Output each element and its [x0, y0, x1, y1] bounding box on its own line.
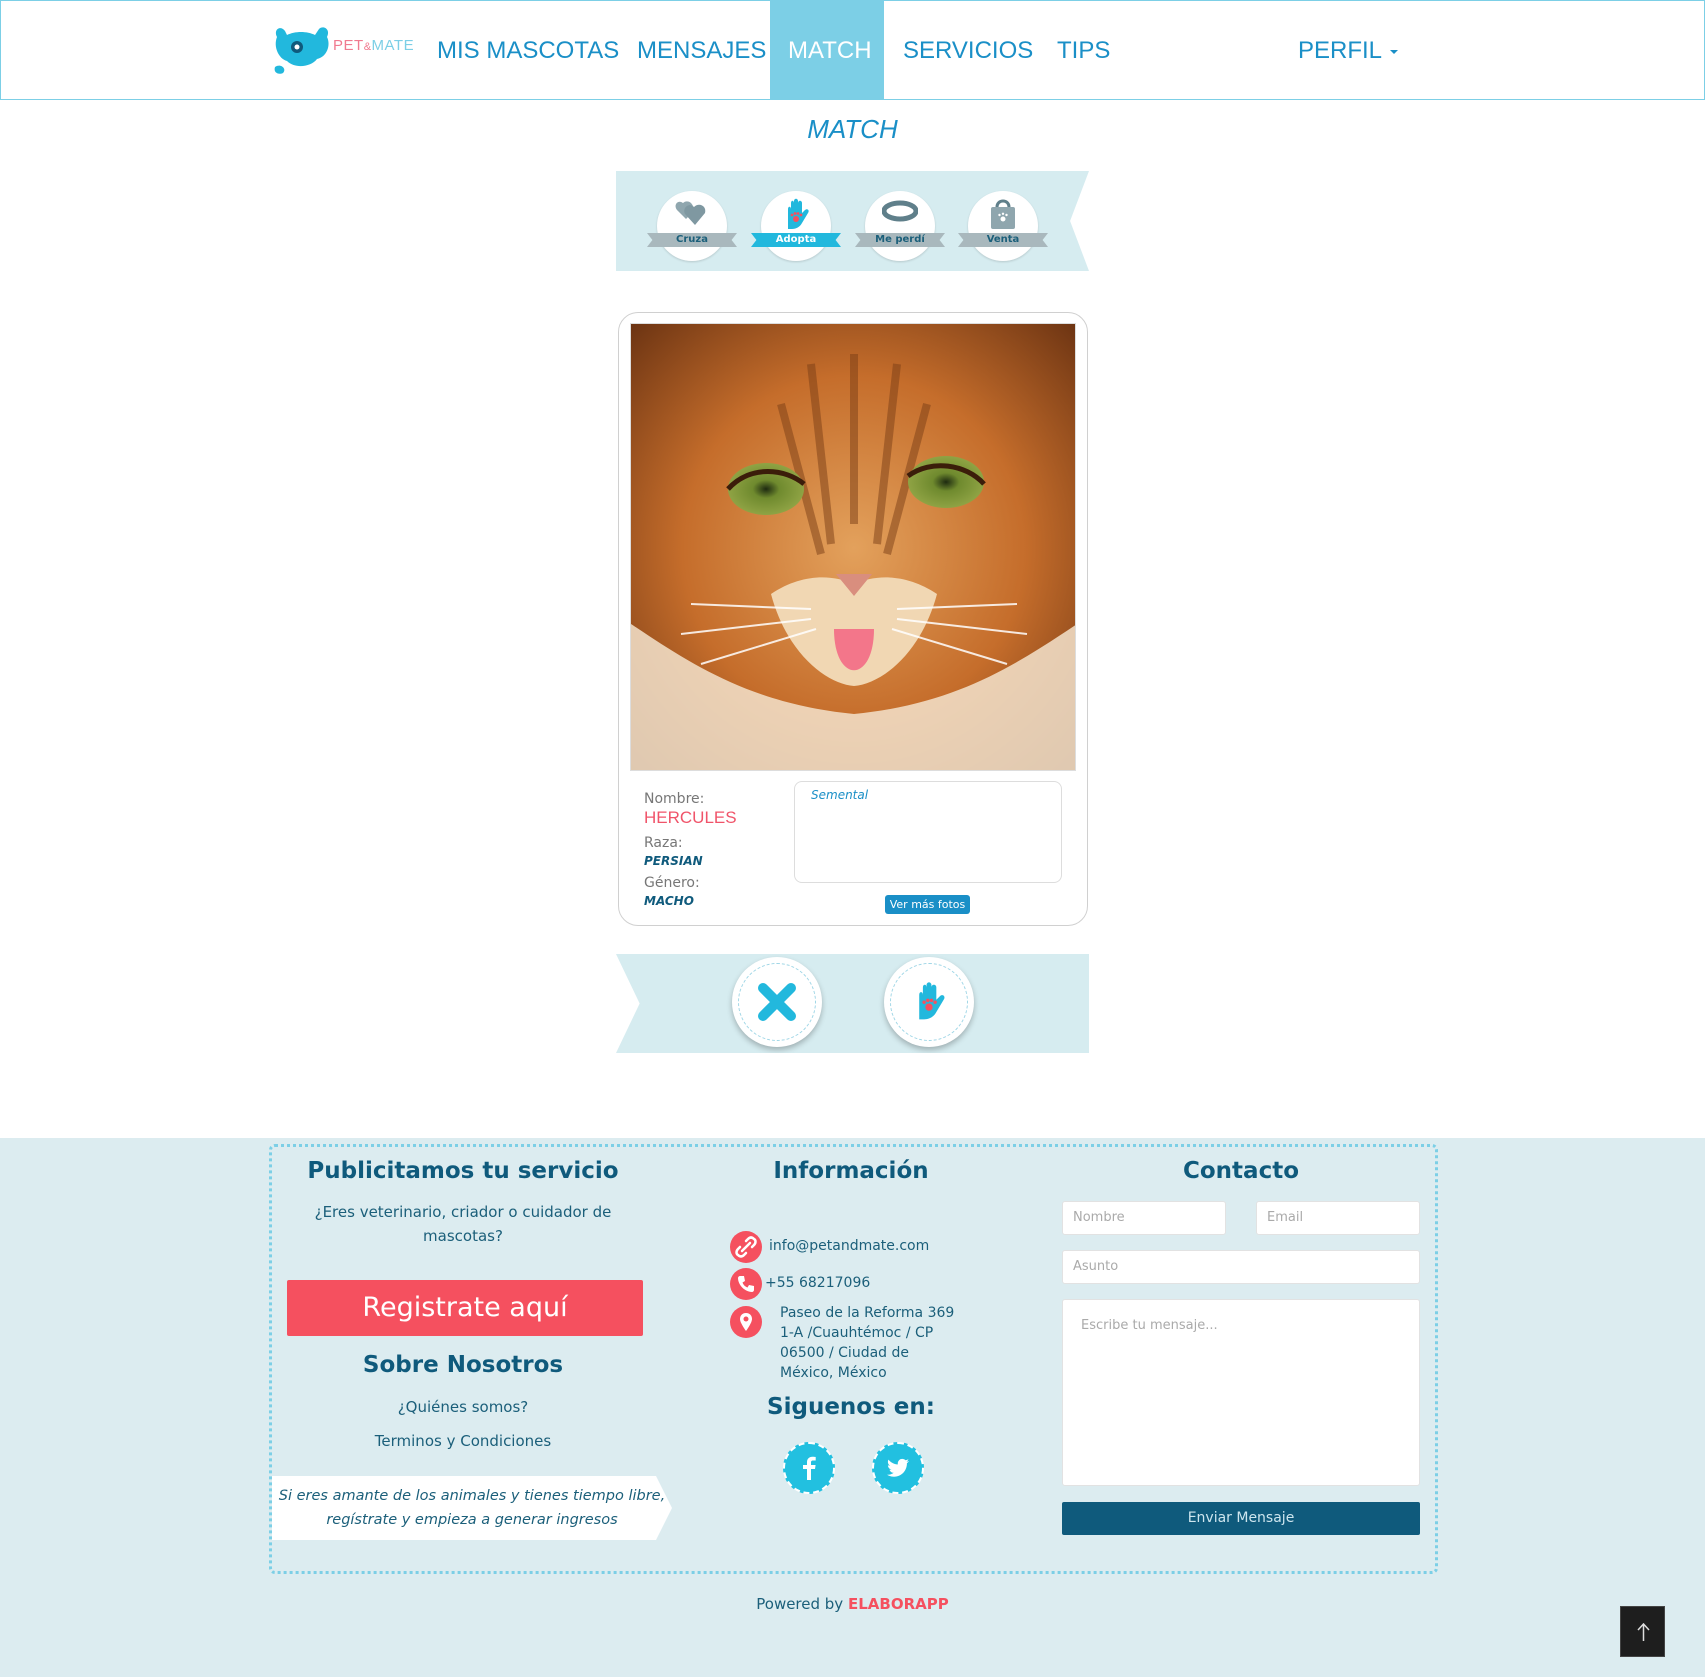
caret-down-icon [1390, 49, 1399, 54]
pet-gender: MACHO [644, 894, 694, 908]
pet-photo[interactable] [630, 323, 1076, 771]
promo-banner: Si eres amante de los animales y tienes … [272, 1476, 672, 1540]
nav-item-mis-mascotas[interactable]: MIS MASCOTAS [419, 1, 637, 100]
pet-card: Nombre: HERCULES Raza: PERSIAN Género: M… [618, 312, 1088, 926]
footer: Publicitamos tu servicio ¿Eres veterinar… [0, 1138, 1705, 1677]
gender-label: Género: [644, 875, 700, 891]
logo-text-pet: PET [333, 37, 364, 54]
logo[interactable]: PET&MATE [271, 23, 421, 75]
category-me-perdi[interactable]: Me perdí [855, 191, 945, 263]
phone-icon [730, 1268, 762, 1300]
contact-email-input[interactable]: Email [1256, 1201, 1420, 1235]
nav-item-match[interactable]: MATCH [770, 1, 884, 100]
twitter-button[interactable] [872, 1442, 924, 1494]
category-label: Me perdí [875, 234, 925, 245]
logo-text-amp: & [363, 41, 372, 53]
category-label: Cruza [676, 234, 708, 245]
register-button[interactable]: Registrate aquí [287, 1280, 643, 1336]
pet-description: Semental [794, 781, 1062, 883]
logo-text: PET&MATE [333, 37, 414, 54]
hearts-icon [675, 201, 706, 225]
page-title: MATCH [807, 114, 898, 144]
link-icon [730, 1231, 762, 1263]
category-label: Venta [986, 234, 1020, 245]
contact-title: Contacto [1183, 1158, 1299, 1184]
collar-icon [882, 200, 918, 222]
contact-message-textarea[interactable]: Escribe tu mensaje... [1062, 1299, 1420, 1486]
breed-label: Raza: [644, 835, 683, 851]
more-photos-button[interactable]: Ver más fotos [885, 895, 970, 914]
services-title: Publicitamos tu servicio [307, 1158, 619, 1184]
powered-by-brand[interactable]: ELABORAPP [848, 1595, 949, 1613]
info-title: Información [773, 1158, 929, 1184]
logo-text-mate: MATE [371, 37, 415, 54]
category-adopta[interactable]: Adopta [751, 191, 841, 263]
hand-paw-icon [919, 982, 945, 1020]
contact-subject-input[interactable]: Asunto [1062, 1250, 1420, 1284]
cat-photo-illustration [631, 324, 1075, 770]
shopping-bag-icon [991, 199, 1015, 229]
powered-by: Powered by ELABORAPP [0, 1595, 1705, 1613]
twitter-icon [887, 1458, 909, 1477]
about-link-quienes-somos[interactable]: ¿Quiénes somos? [277, 1398, 649, 1416]
services-text: ¿Eres veterinario, criador o cuidador de… [314, 1203, 612, 1245]
category-ribbon: Cruza Adopta Me perdí Venta [616, 171, 1089, 271]
action-ribbon [616, 954, 1089, 1053]
accept-button[interactable] [884, 957, 974, 1047]
profile-dropdown[interactable]: PERFIL [1280, 1, 1416, 100]
about-title: Sobre Nosotros [362, 1352, 564, 1378]
category-venta[interactable]: Venta [958, 191, 1048, 263]
name-label: Nombre: [644, 791, 705, 807]
facebook-button[interactable] [783, 1442, 835, 1494]
pet-breed: PERSIAN [644, 854, 703, 868]
nav-item-tips[interactable]: TIPS [1039, 1, 1128, 100]
x-icon [758, 983, 796, 1021]
info-phone[interactable]: +55 68217096 [765, 1273, 870, 1293]
pet-name: HERCULES [644, 808, 737, 827]
arrow-up-icon [1637, 1622, 1650, 1641]
info-address: Paseo de la Reforma 369 1-A /Cuauhtémoc … [780, 1305, 955, 1381]
profile-label: PERFIL [1298, 37, 1383, 64]
logo-dog-icon [274, 27, 329, 74]
info-email[interactable]: info@petandmate.com [769, 1236, 929, 1256]
powered-by-prefix: Powered by [756, 1595, 844, 1613]
back-to-top-button[interactable] [1620, 1606, 1665, 1657]
social-title: Siguenos en: [767, 1394, 935, 1420]
facebook-icon [803, 1456, 816, 1480]
contact-name-input[interactable]: Nombre [1062, 1201, 1226, 1235]
map-pin-icon [730, 1306, 762, 1338]
page-root: PET&MATE MIS MASCOTAS MENSAJES MATCH SER… [0, 0, 1705, 1677]
about-link-terminos[interactable]: Terminos y Condiciones [277, 1432, 649, 1450]
category-label: Adopta [775, 234, 817, 245]
send-message-button[interactable]: Enviar Mensaje [1062, 1502, 1420, 1535]
nav-item-mensajes[interactable]: MENSAJES [619, 1, 784, 100]
nav-item-servicios[interactable]: SERVICIOS [885, 1, 1051, 100]
category-cruza[interactable]: Cruza [647, 191, 737, 263]
hand-paw-icon [788, 198, 809, 229]
reject-button[interactable] [732, 957, 822, 1047]
top-navbar: PET&MATE MIS MASCOTAS MENSAJES MATCH SER… [0, 0, 1705, 100]
